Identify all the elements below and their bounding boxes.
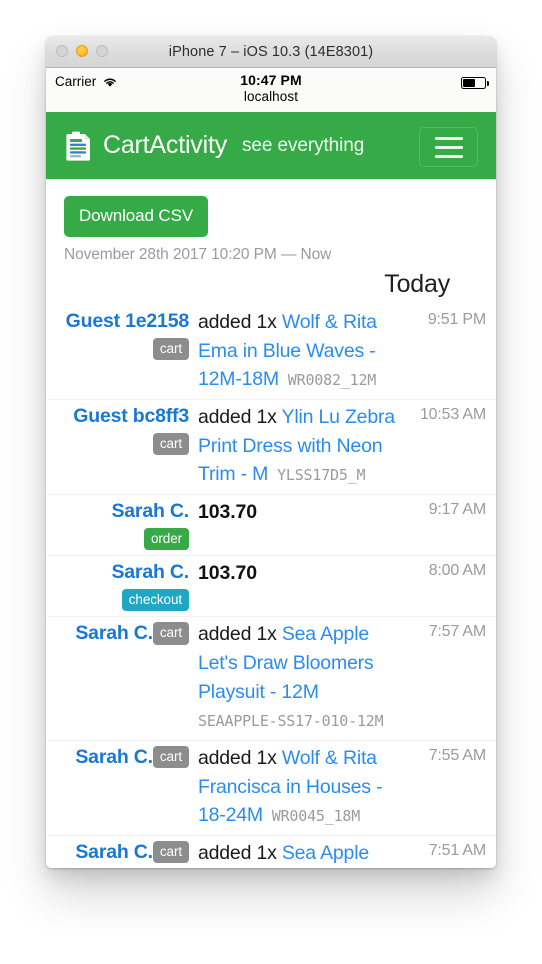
activity-detail-cell: 103.70 (198, 498, 410, 527)
activity-detail-cell: 103.70 (198, 559, 410, 588)
activity-detail-cell: added 1x Wolf & Rita Francisca in Houses… (198, 744, 410, 830)
brand-tagline: see everything (242, 134, 365, 156)
activity-sku: WR0082_12M (278, 371, 377, 390)
section-heading-today: Today (384, 270, 450, 298)
activity-user-cell: Sarah C. checkout (46, 559, 198, 612)
toolbar: Download CSV (46, 179, 496, 237)
status-host: localhost (243, 89, 299, 104)
activity-type-badge: cart (152, 840, 189, 864)
activity-type-badge: cart (152, 432, 189, 456)
battery-icon (461, 77, 489, 89)
activity-timestamp: 7:51 AM (428, 841, 487, 859)
activity-timestamp: 7:55 AM (428, 746, 487, 764)
app-navbar: CartActivity see everything (46, 112, 496, 179)
zoom-window-button[interactable] (96, 45, 108, 57)
activity-sku: YLSS17D5_M (268, 466, 366, 485)
menu-line-1 (434, 136, 463, 140)
activity-user-cell: Guest bc8ff3 cart (46, 403, 198, 456)
close-window-button[interactable] (56, 45, 68, 57)
battery-fill (463, 79, 475, 87)
window-title: iPhone 7 – iOS 10.3 (14E8301) (168, 43, 374, 60)
screenshot-root: iPhone 7 – iOS 10.3 (14E8301) Carrier 10… (0, 0, 542, 964)
activity-user-cell: Sarah C. cart (46, 839, 198, 867)
date-range-label: November 28th 2017 10:20 PM — Now (64, 246, 332, 263)
activity-user-name[interactable]: Sarah C. (75, 746, 153, 768)
menu-line-2 (434, 145, 463, 149)
activity-action-text: added 1x (198, 841, 282, 864)
window-titlebar: iPhone 7 – iOS 10.3 (14E8301) (46, 36, 496, 68)
activity-detail-cell: added 1x Wolf & Rita Ema in Blue Waves -… (198, 308, 410, 394)
activity-type-badge: cart (152, 622, 189, 645)
activity-list: Guest 1e2158 cart added 1x Wolf & Rita Ema… (46, 305, 496, 868)
activity-badge-wrap: checkout (46, 587, 189, 612)
activity-detail-cell: added 1x Sea Apple (198, 839, 410, 868)
page-content: Download CSV November 28th 2017 10:20 PM… (46, 179, 496, 868)
brand-name: CartActivity (103, 131, 228, 159)
activity-row[interactable]: Sarah C. cart added 1x Wolf & Rita Francis… (46, 739, 496, 835)
clipboard-logo-icon (64, 130, 94, 162)
activity-badge-wrap: cart (46, 336, 189, 361)
activity-user-cell: Guest 1e2158 cart (46, 308, 198, 361)
brand-group[interactable]: CartActivity see everything (64, 130, 364, 162)
status-center-group: 10:47 PM localhost (46, 72, 496, 104)
activity-timestamp: 10:53 AM (419, 405, 486, 423)
activity-action-text: added 1x (198, 405, 282, 428)
activity-timestamp: 7:57 AM (428, 623, 487, 641)
activity-row[interactable]: Sarah C. checkout 103.70 8:00 AM (46, 555, 496, 616)
activity-detail-cell: added 1x Sea Apple Let's Draw Bloomers P… (198, 620, 410, 735)
activity-row[interactable]: Sarah C. cart added 1x Sea Apple Let's Dra… (46, 616, 496, 740)
download-csv-button[interactable]: Download CSV (64, 196, 209, 237)
activity-product-link[interactable]: Sea Apple (282, 842, 369, 864)
activity-user-name[interactable]: Guest bc8ff3 (73, 405, 189, 427)
activity-type-badge: order (143, 527, 189, 551)
activity-user-cell: Sarah C. order (46, 498, 198, 551)
activity-timestamp: 9:17 AM (428, 500, 487, 518)
activity-action-text: added 1x (198, 623, 282, 646)
activity-sku: SEAAPPLE-SS17-010-12M (198, 712, 384, 731)
ios-status-bar: Carrier 10:47 PM localhost (46, 68, 496, 112)
menu-line-3 (434, 154, 463, 158)
minimize-window-button[interactable] (76, 45, 88, 57)
activity-amount: 103.70 (198, 562, 258, 585)
activity-badge-wrap: order (46, 526, 189, 551)
traffic-light-group (56, 45, 108, 57)
activity-row[interactable]: Sarah C. cart added 1x Sea Apple 7:51 AM (46, 834, 496, 868)
activity-amount: 103.70 (198, 500, 258, 523)
activity-timestamp: 9:51 PM (427, 311, 486, 328)
activity-user-name[interactable]: Sarah C. (75, 841, 153, 863)
activity-user-name[interactable]: Guest 1e2158 (66, 310, 190, 332)
activity-type-badge: cart (152, 745, 189, 769)
activity-user-name[interactable]: Sarah C. (111, 500, 189, 522)
activity-user-cell: Sarah C. cart (46, 744, 198, 772)
activity-row[interactable]: Guest bc8ff3 cart added 1x Ylin Lu Zebra P… (46, 398, 496, 494)
activity-user-name[interactable]: Sarah C. (111, 561, 189, 583)
activity-timestamp: 8:00 AM (428, 562, 487, 580)
activity-badge-wrap: cart (46, 431, 189, 456)
hamburger-menu-icon[interactable] (419, 127, 478, 167)
activity-detail-cell: added 1x Ylin Lu Zebra Print Dress with … (198, 403, 410, 489)
activity-user-name[interactable]: Sarah C. (75, 622, 153, 644)
activity-row[interactable]: Sarah C. order 103.70 9:17 AM (46, 493, 496, 555)
activity-action-text: added 1x (198, 746, 282, 769)
activity-row[interactable]: Guest 1e2158 cart added 1x Wolf & Rita Ema… (46, 305, 496, 399)
activity-action-text: added 1x (198, 311, 282, 333)
status-time: 10:47 PM (240, 72, 302, 88)
activity-user-cell: Sarah C. cart (46, 620, 198, 648)
activity-sku: WR0045_18M (262, 807, 361, 826)
simulator-window: iPhone 7 – iOS 10.3 (14E8301) Carrier 10… (46, 36, 496, 868)
activity-type-badge: checkout (121, 588, 189, 612)
activity-type-badge: cart (152, 337, 189, 361)
